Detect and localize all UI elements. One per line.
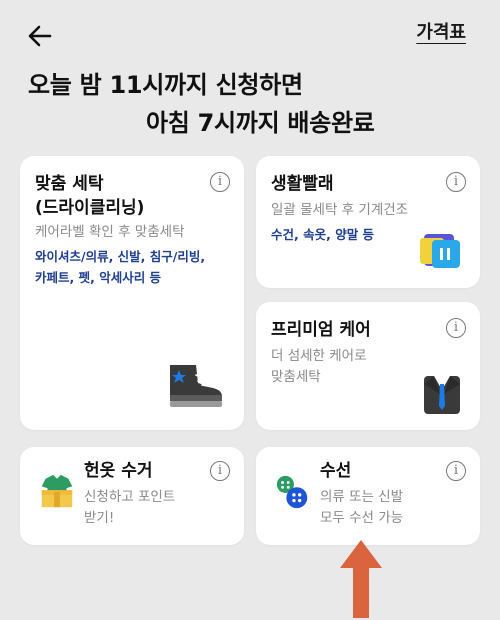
arrow-up-icon xyxy=(340,540,382,618)
info-icon[interactable]: i xyxy=(446,318,466,338)
card-subtitle-line1: 더 섬세한 케어로 xyxy=(271,348,367,364)
card-subtitle: 신청하고 포인트 받기! xyxy=(84,487,175,529)
card-title: 맞춤 세탁 (드라이클리닝) xyxy=(35,172,144,220)
card-subtitle: 의류 또는 신발 모두 수선 가능 xyxy=(320,487,403,529)
repair-card[interactable]: i 수선 의류 또는 신발 모두 수선 가능 xyxy=(256,447,480,545)
card-tags: 수건, 속옷, 양말 등 xyxy=(271,227,375,242)
suit-icon xyxy=(424,376,460,414)
daily-laundry-card[interactable]: i 생활빨래 일괄 물세탁 후 기계건조 수건, 속옷, 양말 등 xyxy=(256,156,480,288)
card-title: 수선 xyxy=(320,461,352,481)
premium-care-card[interactable]: i 프리미엄 케어 더 섬세한 케어로 맞춤세탁 xyxy=(256,302,480,430)
card-subtitle: 더 섬세한 케어로 맞춤세탁 xyxy=(271,346,367,388)
info-icon[interactable]: i xyxy=(210,461,230,481)
custom-wash-card[interactable]: i 맞춤 세탁 (드라이클리닝) 케어라벨 확인 후 맞춤세탁 와이셔츠/의류,… xyxy=(20,156,244,430)
info-icon[interactable]: i xyxy=(446,172,466,192)
page-headline: 오늘 밤 11시까지 신청하면 아침 7시까지 배송완료 xyxy=(28,66,478,142)
card-title-line2: (드라이클리닝) xyxy=(35,198,145,218)
buttons-icon xyxy=(276,475,308,509)
card-title-line1: 맞춤 세탁 xyxy=(35,174,104,194)
card-tags: 와이셔츠/의류, 신발, 침구/리빙, 카페트, 펫, 악세사리 등 xyxy=(35,246,205,288)
card-subtitle: 케어라벨 확인 후 맞춤세탁 xyxy=(35,224,185,240)
card-subtitle: 일괄 물세탁 후 기계건조 xyxy=(271,202,409,218)
price-list-link[interactable]: 가격표 xyxy=(416,18,466,44)
card-title: 헌옷 수거 xyxy=(84,461,153,481)
card-subtitle-line2: 맞춤세탁 xyxy=(271,369,321,385)
card-subtitle-line2: 받기! xyxy=(84,510,115,526)
card-subtitle-line1: 신청하고 포인트 xyxy=(84,489,176,505)
headline-line2: 아침 7시까지 배송완료 xyxy=(146,109,375,137)
arrow-left-icon[interactable] xyxy=(24,20,56,52)
card-subtitle-line2: 모두 수선 가능 xyxy=(320,510,404,526)
old-clothes-card[interactable]: i 헌옷 수거 신청하고 포인트 받기! xyxy=(20,447,244,545)
laundry-bag-icon xyxy=(420,234,460,268)
card-tags-line2: 카페트, 펫, 악세사리 등 xyxy=(35,270,162,285)
top-bar: 가격표 xyxy=(0,0,500,70)
sneaker-icon xyxy=(170,365,222,407)
clothes-box-icon xyxy=(41,474,73,508)
card-tags-line1: 와이셔츠/의류, 신발, 침구/리빙, xyxy=(35,249,206,264)
info-icon[interactable]: i xyxy=(446,461,466,481)
card-title: 프리미엄 케어 xyxy=(271,320,371,340)
headline-line1: 오늘 밤 11시까지 신청하면 xyxy=(28,71,303,99)
info-icon[interactable]: i xyxy=(210,172,230,192)
card-subtitle-line1: 의류 또는 신발 xyxy=(320,489,404,505)
card-title: 생활빨래 xyxy=(271,174,334,194)
